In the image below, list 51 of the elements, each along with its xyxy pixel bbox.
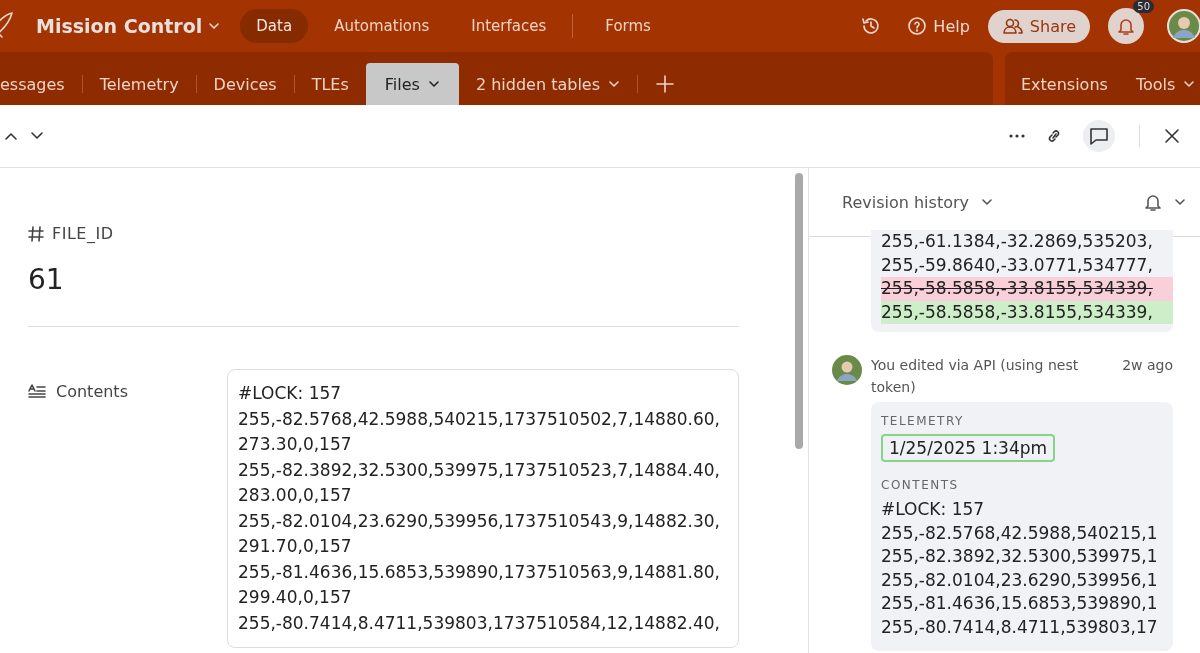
chevron-down-icon <box>1183 78 1196 90</box>
chevron-down-icon <box>1174 196 1186 208</box>
scrollbar[interactable] <box>795 173 803 449</box>
field-label: CONTENTS <box>881 478 960 492</box>
bell-icon[interactable] <box>1144 192 1162 212</box>
nav-tab[interactable]: Interfaces <box>455 9 563 43</box>
table-tab[interactable]: Telemetry <box>82 63 196 105</box>
nav-tab[interactable]: Forms <box>589 9 667 43</box>
revision-author: You edited via API (using nest token) <box>871 356 1080 397</box>
nav-tab[interactable]: Automations <box>318 9 446 43</box>
close-icon[interactable] <box>1164 128 1180 144</box>
comment-icon <box>1089 127 1109 145</box>
toolbar-menu[interactable]: Tools <box>1135 63 1196 105</box>
field-label: TELEMETRY <box>881 414 965 428</box>
field-label: Contents <box>56 381 128 401</box>
hash-icon <box>28 225 44 242</box>
table-tab[interactable]: TLEs <box>294 63 366 105</box>
bell-icon <box>1117 16 1135 36</box>
content-line: 255,-59.8640,-33.0771,534777, <box>881 253 1154 277</box>
base-title: Mission Control <box>36 15 203 37</box>
table-tab[interactable]: Devices <box>196 63 294 105</box>
nav-tab[interactable]: Data <box>240 9 309 43</box>
chevron-down-icon <box>608 78 620 90</box>
notification-badge: 50 <box>1133 0 1154 13</box>
table-tab[interactable]: Files <box>365 63 459 105</box>
toolbar-menu[interactable]: Extensions <box>1021 63 1108 105</box>
contents-text: #LOCK: 157 255,-82.5768,42.5988,540215,1 255,-82.3892,32.5300,539975,1 255,-82.0104,23.6290,539956,1 255,-81.4636,15.6853,539890,1 255,-80.7414,8.4711,539803,17 <box>881 498 1159 639</box>
people-icon <box>1001 17 1024 35</box>
notifications-button[interactable] <box>1108 8 1144 44</box>
contents-field[interactable]: #LOCK: 157 255,-82.5768,42.5988,540215,1737510502,7,14880.60, 273.30,0,157 255,-82.3892,32.5300,539975,1737510523,7,14884.40, 283.00,0,157 255,-82.0104,23.6290,539956,1737510543,9,14882.30, 291.70,0,157 255,-81.4636,15.6853,539890,1737510563,9,14881.80, 299.40,0,157 255,-80.7414,8.4711,539803,1737510584,12,14882.40, <box>227 369 739 648</box>
revision-time: 2w ago <box>1122 356 1173 375</box>
revision-history-dropdown[interactable]: Revision history <box>842 192 969 212</box>
long-text-icon <box>28 384 46 398</box>
plus-icon[interactable] <box>656 75 674 93</box>
chevron-down-icon <box>981 196 993 208</box>
chevron-down-icon <box>208 20 221 32</box>
help-icon <box>907 16 928 36</box>
comments-button[interactable] <box>1083 120 1115 152</box>
rocket-icon[interactable] <box>0 11 14 41</box>
table-tab[interactable]: essages <box>0 63 82 105</box>
field-label: FILE_ID <box>52 224 114 243</box>
avatar-icon <box>831 354 863 386</box>
hidden-tables-button[interactable]: 2 hidden tables <box>458 63 637 105</box>
content-line: 255,-61.1384,-32.2869,535203, <box>881 230 1154 253</box>
avatar-icon[interactable] <box>1166 8 1200 44</box>
help-button[interactable]: Help <box>907 16 970 36</box>
field-value: 61 <box>28 263 65 296</box>
more-icon[interactable] <box>1009 134 1025 138</box>
changed-value: 1/25/2025 1:34pm <box>881 434 1056 462</box>
history-icon[interactable] <box>861 16 882 36</box>
share-button[interactable]: Share <box>987 9 1090 43</box>
